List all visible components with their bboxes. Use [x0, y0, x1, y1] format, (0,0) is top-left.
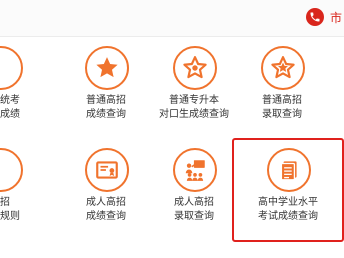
- tile-upgrade-to-bachelor-scores[interactable]: 普通专升本 对口生成绩查询: [146, 36, 242, 146]
- certificate-icon: [85, 148, 129, 192]
- partial-icon: [0, 148, 23, 192]
- star-filled-icon: [85, 46, 129, 90]
- tile-label: 普通高招 录取查询: [262, 95, 302, 120]
- tile-partial-left-row1[interactable]: 统考 成绩: [0, 36, 48, 146]
- star-outline-icon: [261, 46, 305, 90]
- partial-icon: [0, 46, 23, 90]
- tile-label: 成人高招 成绩查询: [86, 197, 126, 222]
- star-outline-icon: [173, 46, 217, 90]
- tile-label: 统考 成绩: [0, 95, 20, 120]
- highlight-box: [232, 138, 344, 242]
- phone-icon[interactable]: [306, 8, 324, 26]
- tile-partial-left-row2[interactable]: 招 规则: [0, 138, 48, 248]
- tile-general-admission-enrollment[interactable]: 普通高招 录取查询: [234, 36, 330, 146]
- tile-general-admission-scores[interactable]: 普通高招 成绩查询: [58, 36, 154, 146]
- tile-label: 成人高招 录取查询: [174, 197, 214, 222]
- people-board-icon: [173, 148, 217, 192]
- tile-label: 普通高招 成绩查询: [86, 95, 126, 120]
- phone-text: 市: [330, 11, 343, 25]
- top-bar: 市: [0, 0, 344, 37]
- page: 市 统考 成绩 普通高招 成绩查询 普通专升本 对口生成绩查询 普通高招 录取查…: [0, 0, 344, 258]
- tile-label: 招 规则: [0, 197, 20, 222]
- tile-label: 普通专升本 对口生成绩查询: [159, 95, 229, 120]
- tile-adult-admission-enrollment[interactable]: 成人高招 录取查询: [146, 138, 242, 248]
- tile-adult-admission-scores[interactable]: 成人高招 成绩查询: [58, 138, 154, 248]
